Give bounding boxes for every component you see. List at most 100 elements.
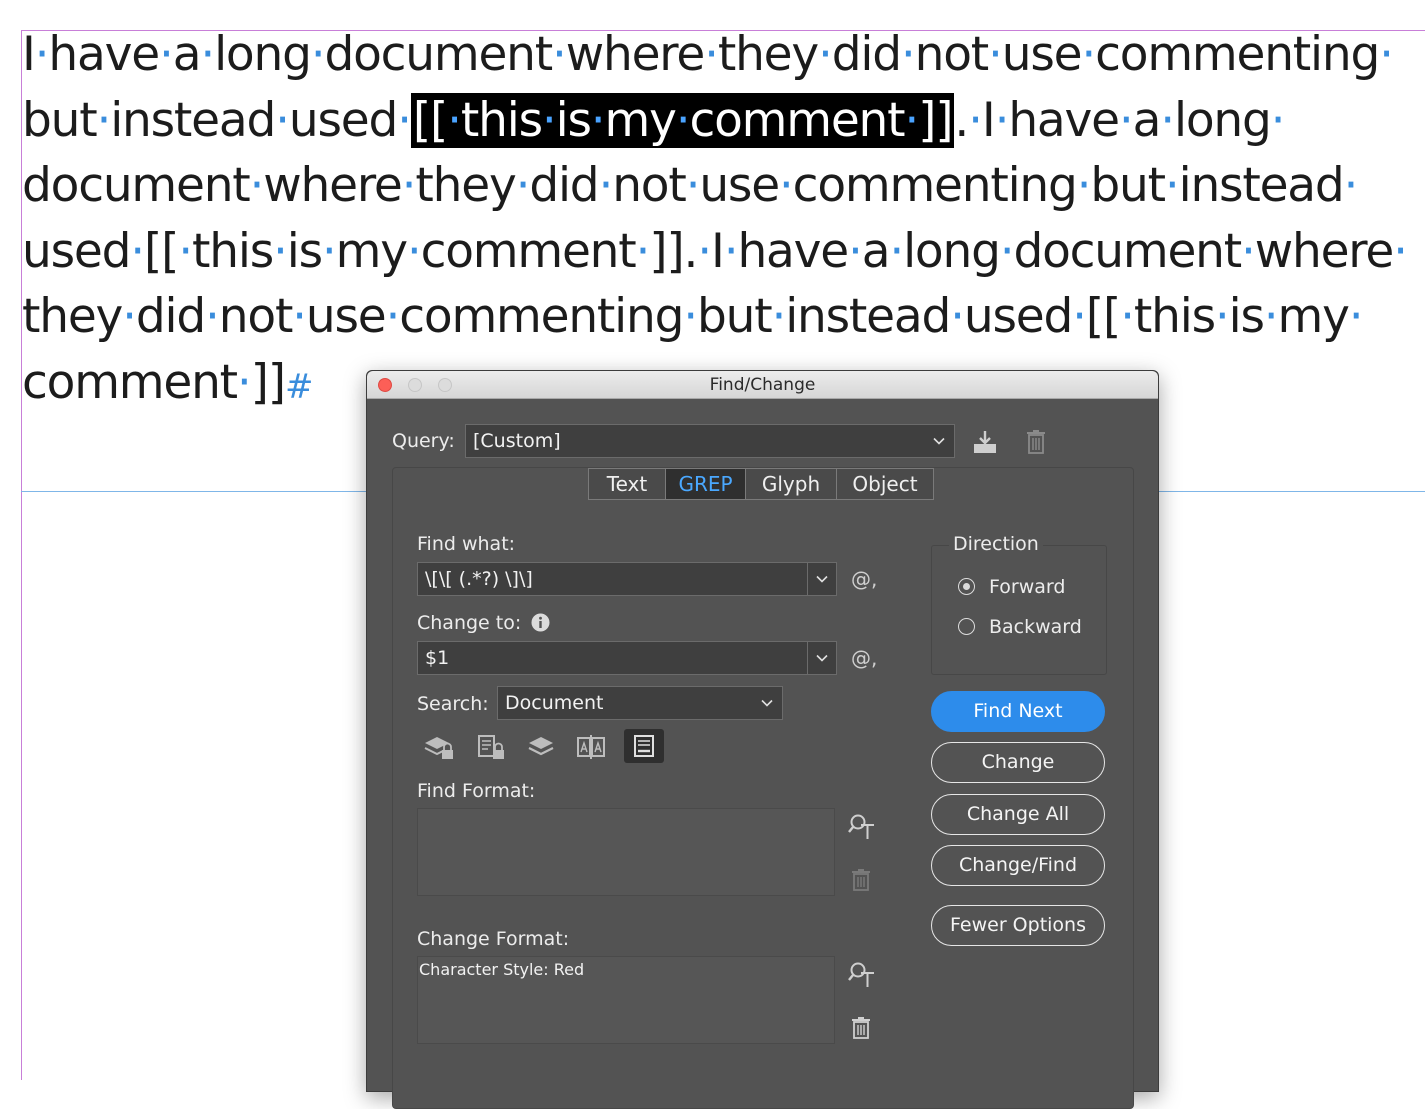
fewer-options-button[interactable]: Fewer Options (931, 905, 1105, 946)
space-marker: · (683, 289, 698, 344)
space-marker: · (778, 158, 794, 213)
space-marker: · (598, 158, 613, 213)
text-line-3: document·where·they·did·not·use·commenti… (22, 153, 1425, 219)
text-line-2: but·instead·used·[[·this·is·my·comment·]… (22, 88, 1425, 154)
space-marker: · (1160, 92, 1175, 148)
clear-find-format-icon[interactable] (849, 867, 873, 893)
include-footnotes-icon[interactable] (624, 729, 664, 763)
special-characters-icon[interactable]: @, (851, 646, 877, 670)
tab-text[interactable]: Text (589, 469, 666, 499)
backward-radio[interactable] (958, 618, 975, 635)
space-marker: · (1393, 223, 1408, 279)
space-marker: · (447, 92, 462, 148)
forward-label[interactable]: Forward (989, 576, 1065, 598)
space-marker: · (1263, 289, 1279, 344)
change-to-value: $1 (425, 647, 450, 669)
space-marker: · (994, 92, 1010, 148)
space-marker: · (397, 92, 412, 148)
space-marker: · (999, 223, 1015, 279)
direction-label: Direction (949, 533, 1043, 555)
tab-glyph[interactable]: Glyph (746, 469, 837, 499)
text-run: .·I·have·a·long· (954, 92, 1285, 148)
space-marker: · (904, 92, 919, 148)
chevron-down-icon[interactable] (807, 563, 836, 595)
space-marker: · (1076, 158, 1092, 213)
change-to-input[interactable]: $1 (417, 641, 837, 675)
space-marker: · (515, 158, 531, 213)
clear-change-format-icon[interactable] (849, 1015, 873, 1041)
space-marker: · (1072, 289, 1087, 344)
space-marker: · (685, 158, 701, 213)
text-frame[interactable]: I·have·a·long·document·where·they·did·no… (22, 22, 1425, 415)
include-master-pages-icon[interactable] (575, 732, 607, 762)
tab-object[interactable]: Object (837, 469, 933, 499)
find-what-label: Find what: (417, 533, 516, 555)
dialog-titlebar[interactable]: Find/Change (367, 371, 1158, 399)
space-marker: · (697, 223, 712, 279)
find-what-value: \[\[ (.*?) \]\] (425, 568, 533, 590)
space-marker: · (205, 289, 220, 344)
include-hidden-layers-icon[interactable] (525, 732, 557, 762)
space-marker: · (236, 354, 252, 410)
find-what-input[interactable]: \[\[ (.*?) \]\] (417, 562, 837, 596)
save-query-icon[interactable] (970, 427, 1000, 457)
include-locked-layers-icon[interactable] (422, 732, 456, 762)
change-format-box[interactable]: Character Style: Red (417, 956, 835, 1044)
search-scope-value: Document (505, 692, 604, 714)
space-marker: · (590, 92, 606, 148)
chevron-down-icon[interactable] (807, 642, 836, 674)
query-label: Query: (392, 430, 455, 452)
change-format-label: Change Format: (417, 928, 570, 950)
space-marker: · (847, 223, 863, 279)
change-to-label: Change to: (417, 612, 522, 634)
space-marker: · (200, 27, 215, 82)
space-marker: · (96, 92, 111, 148)
query-value: [Custom] (473, 430, 561, 452)
change-find-button[interactable]: Change/Find (931, 845, 1105, 886)
change-all-button[interactable]: Change All (931, 794, 1105, 835)
backward-label[interactable]: Backward (989, 616, 1082, 638)
text-run: they·did·not·use·commenting·but·instead·… (22, 289, 1364, 344)
change-button[interactable]: Change (931, 742, 1105, 783)
tab-grep[interactable]: GREP (666, 469, 746, 499)
find-format-box[interactable] (417, 808, 835, 896)
space-marker: · (406, 223, 422, 279)
space-marker: · (635, 223, 651, 279)
include-locked-stories-icon[interactable] (475, 732, 507, 762)
space-marker: · (178, 223, 193, 279)
space-marker: · (1214, 289, 1230, 344)
chevron-down-icon (752, 687, 782, 719)
search-scope-select[interactable]: Document (497, 686, 783, 720)
space-marker: · (1241, 223, 1256, 279)
text-line-4: used·[[·this·is·my·comment·]].·I·have·a·… (22, 219, 1425, 285)
chevron-down-icon (924, 425, 954, 457)
forward-radio[interactable] (958, 578, 975, 595)
text-run: I·have·a·long·document·where·they·did·no… (22, 27, 1394, 82)
space-marker: · (541, 92, 557, 148)
space-marker: · (818, 27, 833, 82)
special-characters-icon[interactable]: @, (851, 567, 877, 591)
space-marker: · (310, 27, 326, 82)
space-marker: · (1348, 289, 1364, 344)
space-marker: · (122, 289, 137, 344)
query-select[interactable]: [Custom] (465, 424, 955, 458)
space-marker: · (275, 92, 290, 148)
search-label: Search: (417, 693, 489, 715)
specify-change-format-icon[interactable] (847, 959, 877, 989)
text-run: comment·]] (22, 354, 286, 410)
space-marker: · (900, 27, 916, 82)
find-next-button[interactable]: Find Next (931, 691, 1105, 732)
space-marker: · (272, 223, 288, 279)
space-marker: · (1120, 289, 1135, 344)
text-run: used·[[·this·is·my·comment·]].·I·have·a·… (22, 223, 1408, 279)
text-line-5: they·did·not·use·commenting·but·instead·… (22, 284, 1425, 350)
info-icon[interactable] (530, 612, 550, 632)
space-marker: · (34, 27, 50, 82)
delete-query-icon[interactable] (1022, 427, 1050, 457)
space-marker: · (704, 27, 719, 82)
space-marker: · (401, 158, 417, 213)
selected-text[interactable]: [[·this·is·my·comment·]] (410, 92, 955, 148)
dialog-title: Find/Change (709, 375, 816, 395)
specify-find-format-icon[interactable] (847, 811, 877, 841)
space-marker: · (292, 289, 307, 344)
